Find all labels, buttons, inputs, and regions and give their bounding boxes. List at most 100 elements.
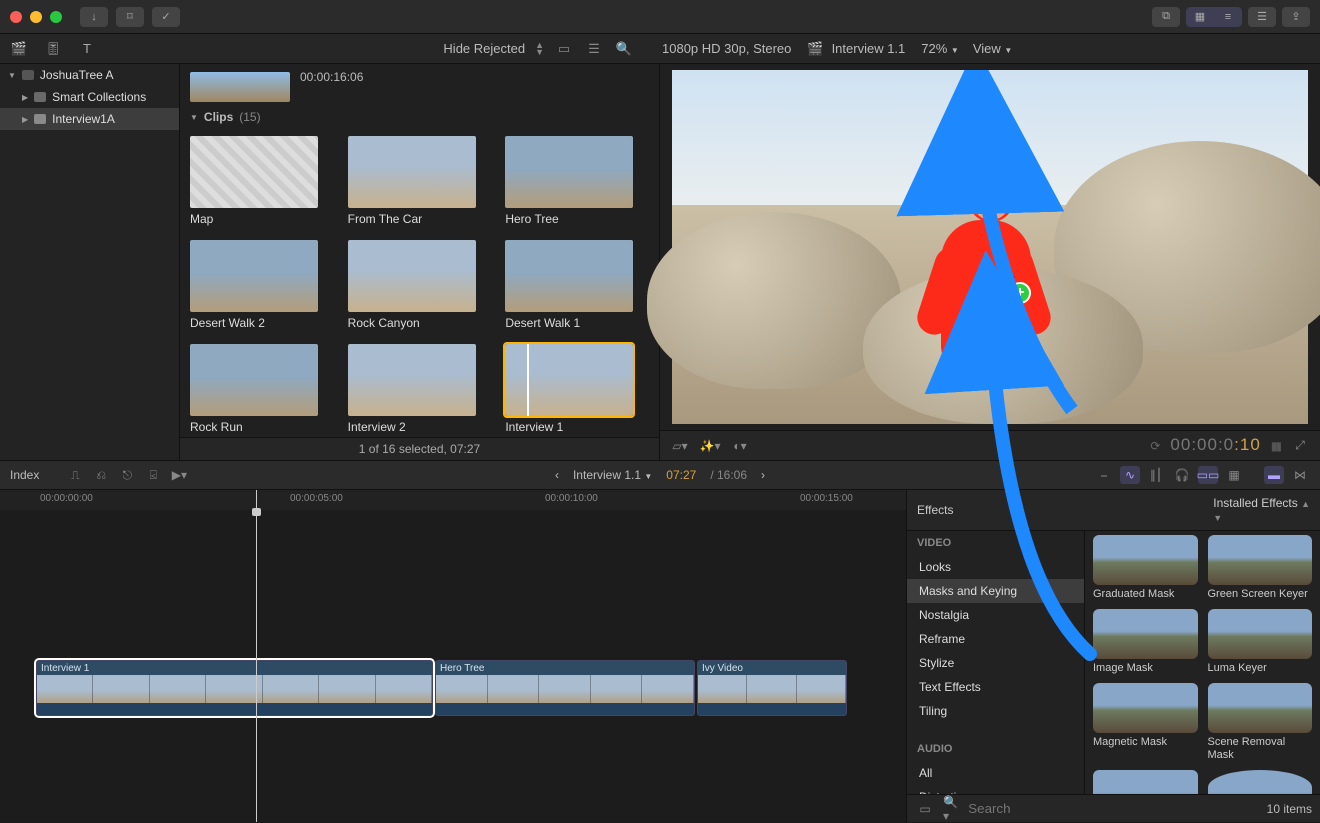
effect-thumb[interactable] xyxy=(1208,535,1313,585)
import-button[interactable]: ↓ xyxy=(80,7,108,27)
background-tasks-button[interactable]: ✓ xyxy=(152,7,180,27)
workspace-default[interactable]: ▦ xyxy=(1186,7,1214,27)
skimming-icon[interactable]: ⎯ xyxy=(1094,466,1114,484)
clip-thumb[interactable] xyxy=(505,344,633,416)
clips-header[interactable]: ▼ Clips (15) xyxy=(180,106,659,128)
playhead[interactable] xyxy=(256,490,257,822)
clip-name: Rock Canyon xyxy=(348,316,492,330)
timeline-browser-icon[interactable]: ▬ xyxy=(1264,466,1284,484)
window-controls xyxy=(10,11,62,23)
effect-thumb[interactable] xyxy=(1208,683,1313,733)
effects-count: 10 items xyxy=(1267,802,1312,816)
clip-thumb[interactable] xyxy=(190,136,318,208)
effects-category[interactable]: Tiling xyxy=(907,699,1084,723)
event-row[interactable]: ▶Interview1A xyxy=(0,108,179,130)
effects-category[interactable]: Reframe xyxy=(907,627,1084,651)
enhance-tool[interactable]: ✨▾ xyxy=(700,437,720,455)
mask-subject xyxy=(907,176,1060,395)
timeline-clip[interactable]: Ivy Video xyxy=(697,660,847,716)
effects-search-input[interactable] xyxy=(968,801,1258,816)
retime-tool[interactable]: ◐▾ xyxy=(730,437,750,455)
share-button[interactable]: ⇪ xyxy=(1282,7,1310,27)
overwrite-clip-icon[interactable]: ⍃ xyxy=(143,466,163,484)
effects-search[interactable]: 🔍▾ xyxy=(943,795,1259,823)
effect-thumb[interactable] xyxy=(1093,609,1198,659)
effects-browser-icon[interactable]: ▭▭ xyxy=(1198,466,1218,484)
titles-icon[interactable]: T xyxy=(76,38,98,60)
clip-thumb[interactable] xyxy=(348,344,476,416)
library-icon[interactable]: 🎬 xyxy=(8,38,30,60)
timeline-ruler[interactable]: 00:00:00:0000:00:05:0000:00:10:0000:00:1… xyxy=(0,490,906,510)
fullscreen-window[interactable] xyxy=(50,11,62,23)
transitions-icon[interactable]: ▦ xyxy=(1224,466,1244,484)
playhead-loop-icon[interactable]: ⟳ xyxy=(1150,439,1160,453)
timeline-prev[interactable]: ‹ xyxy=(555,468,559,482)
clip-thumb[interactable] xyxy=(348,240,476,312)
list-toggle[interactable]: ☰ xyxy=(584,40,604,58)
effects-category[interactable]: Nostalgia xyxy=(907,603,1084,627)
clip-filter[interactable]: Hide Rejected xyxy=(443,41,525,56)
clip-name: Hero Tree xyxy=(505,212,649,226)
timeline-clip[interactable]: Interview 1 xyxy=(36,660,433,716)
clip-name: Interview 2 xyxy=(348,420,492,434)
tool-select[interactable]: ▶▾ xyxy=(169,466,189,484)
effects-category[interactable]: Text Effects xyxy=(907,675,1084,699)
audio-skim-icon[interactable]: ∿ xyxy=(1120,466,1140,484)
inspector-button[interactable]: ☰ xyxy=(1248,7,1276,27)
effect-thumb[interactable] xyxy=(1093,683,1198,733)
effect-thumb[interactable] xyxy=(1208,770,1313,794)
effects-scope[interactable]: Installed Effects ▲▼ xyxy=(1213,496,1310,524)
transform-tool[interactable]: ▱▾ xyxy=(670,437,690,455)
extensions-button[interactable]: ⧉ xyxy=(1152,7,1180,27)
viewer-canvas[interactable]: ◤ + xyxy=(672,70,1308,424)
workspace-alt[interactable]: ≡ xyxy=(1214,7,1242,27)
close-window[interactable] xyxy=(10,11,22,23)
view-menu[interactable]: View ▼ xyxy=(973,41,1013,56)
browser-hero-timecode: 00:00:16:06 xyxy=(300,70,363,84)
effect-thumb[interactable] xyxy=(1093,770,1198,794)
star-icon xyxy=(34,114,46,124)
clip-thumb[interactable] xyxy=(505,240,633,312)
filmstrip-toggle[interactable]: ▭ xyxy=(554,40,574,58)
browser-hero-thumb[interactable] xyxy=(190,72,290,102)
snapping-icon[interactable]: 🎧 xyxy=(1172,466,1192,484)
insert-clip-icon[interactable]: ⎌ xyxy=(91,466,111,484)
timeline-project[interactable]: Interview 1.1 ▼ xyxy=(573,468,652,482)
timeline-next[interactable]: › xyxy=(761,468,765,482)
timeline-clip[interactable]: Hero Tree xyxy=(435,660,695,716)
clip-thumb[interactable] xyxy=(190,240,318,312)
connect-clip-icon[interactable]: ⎍ xyxy=(65,466,85,484)
effects-category[interactable]: Distortion xyxy=(907,785,1084,794)
effects-category[interactable]: Looks xyxy=(907,555,1084,579)
effects-category[interactable]: All xyxy=(907,761,1084,785)
clip-name: Rock Run xyxy=(190,420,334,434)
clip-thumb[interactable] xyxy=(505,136,633,208)
effect-thumb[interactable] xyxy=(1208,609,1313,659)
timeline[interactable]: 00:00:00:0000:00:05:0000:00:10:0000:00:1… xyxy=(0,490,906,822)
search-icon[interactable]: 🔍 xyxy=(614,40,634,58)
fullscreen-viewer[interactable]: ⤢ xyxy=(1290,437,1310,455)
clip-thumb[interactable] xyxy=(190,344,318,416)
effect-name: Image Mask xyxy=(1093,662,1198,675)
clip-browser: 00:00:16:06 ▼ Clips (15) Map From The Ca… xyxy=(180,64,660,460)
solo-icon[interactable]: ∥⎮ xyxy=(1146,466,1166,484)
library-row[interactable]: ▼JoshuaTree A xyxy=(0,64,179,86)
viewer-zoom[interactable]: 72% ▼ xyxy=(921,41,959,56)
keyword-button[interactable]: ⌑ xyxy=(116,7,144,27)
timeline-index-button[interactable]: Index xyxy=(10,468,39,482)
effects-view-toggle[interactable]: ▭ xyxy=(915,800,935,818)
smart-collections-row[interactable]: ▶Smart Collections xyxy=(0,86,179,108)
minimize-window[interactable] xyxy=(30,11,42,23)
media-icon[interactable]: 🎚 xyxy=(42,38,64,60)
ruler-tick: 00:00:00:00 xyxy=(40,493,93,504)
timeline-dual-icon[interactable]: ⋈ xyxy=(1290,466,1310,484)
append-clip-icon[interactable]: ⎋ xyxy=(117,466,137,484)
filter-stepper-icon[interactable]: ▲▼ xyxy=(535,42,544,56)
effect-name: Luma Keyer xyxy=(1208,662,1313,675)
effects-category[interactable]: Masks and Keying xyxy=(907,579,1084,603)
ruler-tick: 00:00:15:00 xyxy=(800,493,853,504)
effect-name: Scene Removal Mask xyxy=(1208,736,1313,762)
clip-thumb[interactable] xyxy=(348,136,476,208)
effect-thumb[interactable] xyxy=(1093,535,1198,585)
effects-category[interactable]: Stylize xyxy=(907,651,1084,675)
